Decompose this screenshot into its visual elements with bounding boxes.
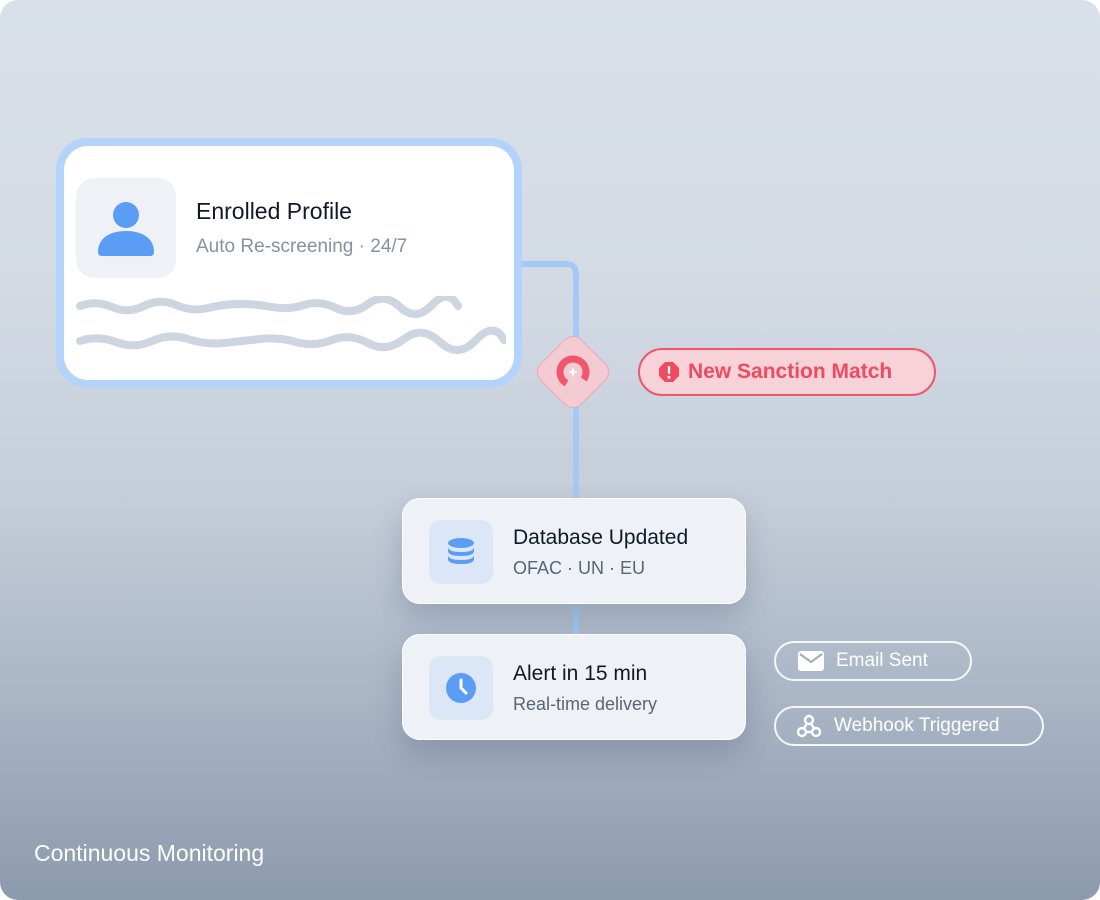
chip-label: Webhook Triggered — [834, 715, 1000, 736]
flow-connector — [516, 261, 579, 636]
avatar — [76, 178, 176, 278]
redacted-text-lines — [76, 296, 506, 354]
profile-subtitle: Auto Re-screening · 24/7 — [196, 236, 408, 257]
alert-octagon-icon — [659, 362, 679, 382]
chip-label: Email Sent — [836, 650, 928, 671]
mail-icon — [798, 651, 824, 671]
monitoring-diagram: Enrolled Profile Auto Re-screening · 24/… — [0, 0, 1100, 900]
clock-icon — [446, 673, 476, 703]
alert-label: New Sanction Match — [688, 360, 893, 383]
database-updated-card: Database Updated OFAC · UN · EU — [402, 498, 746, 604]
database-icon-tile — [429, 520, 493, 584]
step-title: Alert in 15 min — [513, 662, 648, 685]
email-sent-chip: Email Sent — [774, 641, 972, 681]
rescreen-icon — [556, 355, 590, 389]
step-title: Database Updated — [513, 526, 689, 549]
diagram-caption: Continuous Monitoring — [34, 840, 265, 866]
webhook-icon — [796, 714, 822, 738]
step-subtitle: Real-time delivery — [513, 694, 658, 714]
clock-icon-tile — [429, 656, 493, 720]
database-icon — [448, 538, 474, 564]
webhook-triggered-chip: Webhook Triggered — [774, 706, 1044, 746]
user-icon — [98, 202, 154, 256]
alert-timing-card: Alert in 15 min Real-time delivery — [402, 634, 746, 740]
new-sanction-match-badge: New Sanction Match — [638, 348, 936, 396]
step-subtitle: OFAC · UN · EU — [513, 558, 646, 578]
profile-title: Enrolled Profile — [196, 198, 352, 224]
enrolled-profile-card: Enrolled Profile Auto Re-screening · 24/… — [56, 138, 522, 388]
